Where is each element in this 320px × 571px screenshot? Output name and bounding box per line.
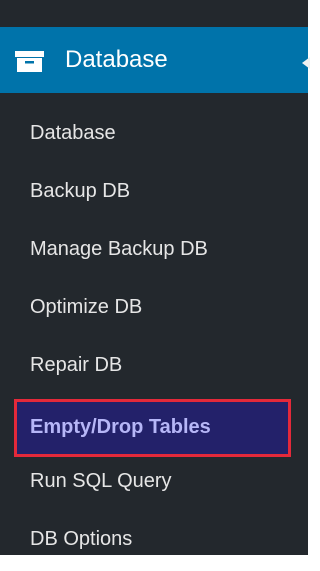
sidebar-top-strip: [0, 0, 308, 27]
submenu-item-backup-db[interactable]: Backup DB: [0, 165, 308, 223]
database-menu-header[interactable]: Database: [0, 27, 310, 93]
submenu-item-label: Manage Backup DB: [30, 238, 208, 260]
submenu-item-db-options[interactable]: DB Options: [0, 513, 308, 571]
screenshot-frame: Database Database Backup DB Manage Backu…: [0, 0, 311, 555]
submenu-item-manage-backup-db[interactable]: Manage Backup DB: [0, 223, 308, 281]
submenu-item-run-sql-query[interactable]: Run SQL Query: [0, 455, 308, 513]
current-menu-arrow-icon: [302, 57, 310, 69]
submenu-item-label: DB Options: [30, 528, 133, 550]
database-submenu: Database Backup DB Manage Backup DB Opti…: [0, 93, 308, 571]
archive-icon: [15, 51, 44, 72]
submenu-item-optimize-db[interactable]: Optimize DB: [0, 281, 308, 339]
submenu-item-label: Empty/Drop Tables: [30, 416, 211, 438]
submenu-item-label: Run SQL Query: [30, 470, 172, 492]
database-menu-header-label: Database: [65, 46, 168, 73]
submenu-item-label: Optimize DB: [30, 296, 143, 318]
submenu-item-label: Backup DB: [30, 180, 131, 202]
submenu-item-empty-drop-tables[interactable]: Empty/Drop Tables: [0, 397, 308, 457]
submenu-item-repair-db[interactable]: Repair DB: [0, 339, 308, 397]
submenu-item-label: Database: [30, 122, 116, 144]
admin-sidebar: Database Database Backup DB Manage Backu…: [0, 0, 310, 555]
submenu-item-database[interactable]: Database: [0, 107, 308, 165]
submenu-item-label: Repair DB: [30, 354, 123, 376]
